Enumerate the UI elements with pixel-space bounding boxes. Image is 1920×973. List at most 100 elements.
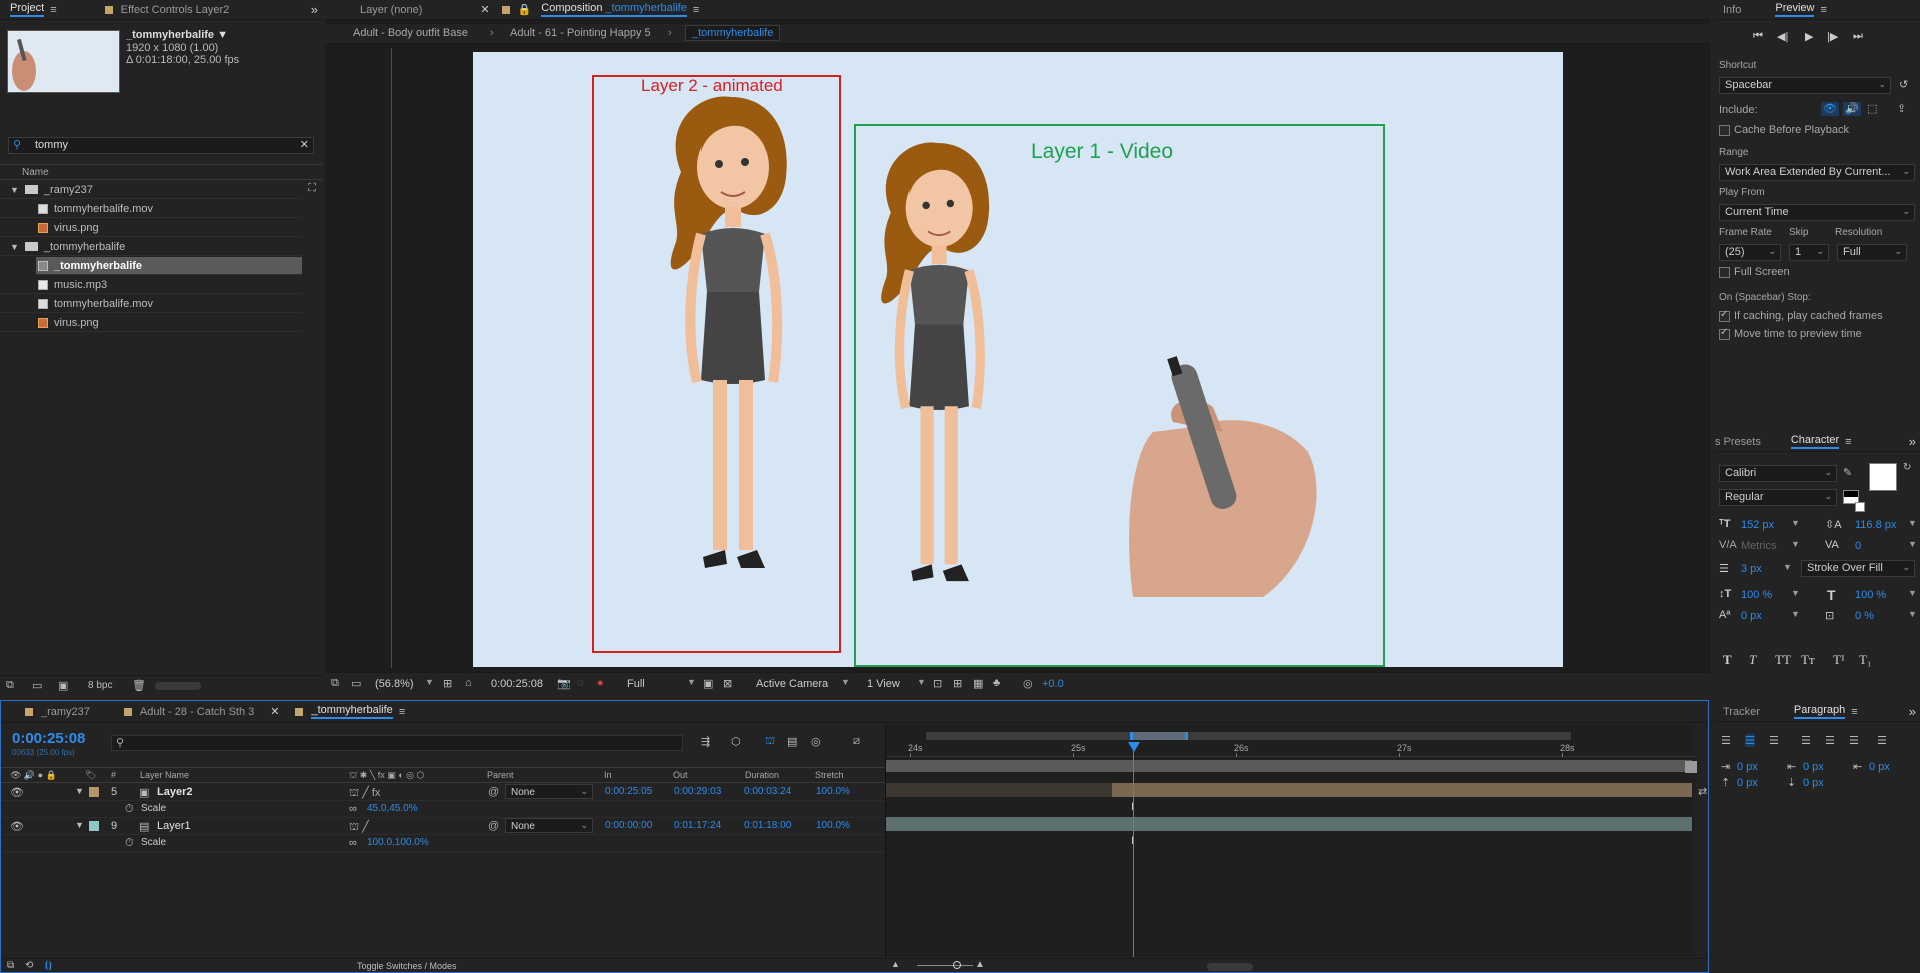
font-size-value[interactable]: 152 px: [1741, 519, 1774, 531]
visibility-eye-icon[interactable]: 👁: [10, 786, 24, 799]
layer-switches-toggle-icon[interactable]: ⧉: [7, 960, 14, 971]
checkbox[interactable]: [1719, 266, 1730, 278]
layer-row[interactable]: 👁 ▼ 5 ▣ Layer2 ⛫ ╱ fx @ None ⌄ 0:00:25:05…: [1, 784, 885, 801]
align-left-icon[interactable]: ☰: [1721, 734, 1731, 747]
swap-colors-icon[interactable]: ↻: [1903, 462, 1911, 473]
out-point[interactable]: 0:00:29:03: [674, 786, 721, 797]
toggle-pixel-aspect-icon[interactable]: ⊡: [933, 677, 942, 690]
tab-tommyherbalife[interactable]: _tommyherbalife ≡: [285, 702, 415, 722]
indent-left-value[interactable]: 0 px: [1737, 761, 1758, 773]
panel-menu-icon[interactable]: ≡: [1851, 706, 1857, 718]
chevron-down-icon[interactable]: ▼: [1908, 588, 1917, 598]
overflow-chevron-icon[interactable]: »: [311, 2, 318, 17]
close-tab-icon[interactable]: ✕: [270, 705, 279, 718]
property-row[interactable]: ⏱ Scale ∞ 45.0,45.0%: [1, 801, 885, 818]
monitor-icon[interactable]: ▭: [351, 677, 361, 690]
flowchart-icon[interactable]: ⛶: [308, 182, 316, 195]
tab-composition[interactable]: Composition _tommyherbalife ≡: [537, 0, 703, 20]
skip-dropdown[interactable]: 1 ⌄: [1789, 244, 1829, 261]
view-layout-dropdown[interactable]: 1 View: [867, 678, 900, 690]
tab-preview[interactable]: Preview ≡: [1765, 0, 1837, 20]
stretch[interactable]: 100.0%: [816, 786, 850, 797]
twirl-down-icon[interactable]: ▼: [75, 820, 84, 830]
breadcrumb-item[interactable]: Adult - 61 - Pointing Happy 5: [510, 27, 651, 39]
panel-menu-icon[interactable]: ≡: [1820, 4, 1826, 16]
parent-dropdown[interactable]: None ⌄: [505, 818, 593, 833]
snapshot-icon[interactable]: 📷: [557, 677, 571, 690]
project-search-field[interactable]: ⚲ tommy ✕: [8, 137, 314, 154]
reset-icon[interactable]: ↺: [1899, 78, 1908, 91]
align-center-icon[interactable]: ☰: [1745, 734, 1755, 747]
faux-italic-button[interactable]: T: [1749, 652, 1756, 668]
frame-blending-icon[interactable]: ▤: [787, 735, 797, 748]
duration[interactable]: 0:01:18:00: [744, 820, 791, 831]
pickwhip-icon[interactable]: @: [488, 786, 499, 798]
project-folder-item[interactable]: ▼ _ramy237: [0, 181, 302, 199]
duration[interactable]: 0:00:03:24: [744, 786, 791, 797]
clear-search-icon[interactable]: ✕: [300, 138, 309, 151]
tab-character[interactable]: Character ≡: [1781, 432, 1862, 452]
playhead-handle-icon[interactable]: [1128, 742, 1140, 752]
range-dropdown[interactable]: Work Area Extended By Current... ⌄: [1719, 164, 1915, 181]
justify-last-left-icon[interactable]: ☰: [1801, 734, 1811, 747]
property-row[interactable]: ⏱ Scale ∞ 100.0,100.0%: [1, 835, 885, 852]
tab-adult-28[interactable]: Adult - 28 - Catch Sth 3: [114, 702, 264, 722]
draft-3d-icon[interactable]: ⬡: [731, 735, 741, 748]
panel-menu-icon[interactable]: ≡: [1845, 436, 1851, 448]
in-point[interactable]: 0:00:25:05: [605, 786, 652, 797]
time-graph[interactable]: 24s25s26s27s28s I I ⇄: [885, 725, 1707, 957]
close-tab-icon[interactable]: ✕: [480, 3, 489, 16]
exposure-value[interactable]: +0.0: [1042, 678, 1064, 690]
export-icon[interactable]: ⇪: [1897, 102, 1906, 115]
vertical-scale-value[interactable]: 100 %: [1741, 589, 1772, 601]
leading-value[interactable]: 116.8 px: [1855, 519, 1896, 531]
full-screen-option[interactable]: Full Screen: [1719, 266, 1790, 278]
play-from-dropdown[interactable]: Current Time ⌄: [1719, 204, 1915, 221]
checkbox[interactable]: [1719, 124, 1730, 136]
always-preview-icon[interactable]: ⧉: [331, 677, 339, 690]
new-comp-icon[interactable]: ▣: [58, 679, 68, 692]
font-style-dropdown[interactable]: Regular ⌄: [1719, 489, 1837, 506]
resolution-dropdown[interactable]: Full ⌄: [1837, 244, 1907, 261]
stopwatch-icon[interactable]: ⏱: [125, 837, 134, 850]
move-time-option[interactable]: Move time to preview time: [1719, 327, 1862, 340]
panel-menu-icon[interactable]: ≡: [399, 706, 405, 718]
twirl-down-icon[interactable]: ▼: [10, 242, 19, 252]
grid-icon[interactable]: ⊞: [443, 677, 452, 690]
horizontal-scrollbar[interactable]: [1207, 963, 1253, 971]
indent-first-value[interactable]: 0 px: [1803, 761, 1824, 773]
project-list-header[interactable]: Name: [0, 164, 322, 180]
toggle-switches-modes[interactable]: Toggle Switches / Modes: [357, 961, 457, 971]
viewer-timecode[interactable]: 0:00:25:08: [491, 678, 543, 690]
twirl-down-icon[interactable]: ▼: [75, 786, 84, 796]
end-marker-icon[interactable]: [1685, 761, 1697, 773]
panel-menu-icon[interactable]: ≡: [50, 4, 56, 16]
work-area-highlight[interactable]: [1130, 732, 1188, 740]
include-overlays-icon[interactable]: ⬚: [1867, 102, 1877, 115]
timeline-current-time[interactable]: 0:00:25:08: [12, 730, 85, 747]
horizontal-scale-value[interactable]: 100 %: [1855, 589, 1886, 601]
camera-dropdown[interactable]: Active Camera: [756, 678, 828, 690]
include-video-icon[interactable]: 👁: [1821, 102, 1839, 116]
property-value[interactable]: 45.0,45.0%: [367, 803, 418, 814]
chevron-down-icon[interactable]: ▼: [1791, 539, 1800, 549]
project-item[interactable]: _tommyherbalife: [36, 257, 302, 275]
stroke-mode-dropdown[interactable]: Stroke Over Fill ⌄: [1801, 560, 1915, 577]
zoom-slider-handle[interactable]: [953, 961, 961, 969]
flowchart-icon[interactable]: ♣: [993, 677, 1000, 689]
zoom-in-icon[interactable]: ▲: [975, 959, 985, 970]
layer-switch-icons[interactable]: ⛫ ╱ fx: [349, 786, 380, 801]
overflow-chevron-icon[interactable]: »: [1909, 704, 1916, 719]
chevron-down-icon[interactable]: ▼: [1791, 609, 1800, 619]
project-item[interactable]: tommyherbalife.mov: [0, 295, 302, 313]
layer1-bounding-box[interactable]: [854, 124, 1385, 667]
timeline-search-field[interactable]: ⚲: [111, 735, 683, 751]
chevron-down-icon[interactable]: ▼: [425, 677, 434, 687]
current-time-indicator[interactable]: [1133, 742, 1134, 957]
in-out-toggle-icon[interactable]: ⦗⦘: [45, 960, 52, 971]
project-folder-item[interactable]: ▼ _tommyherbalife: [0, 238, 302, 256]
chevron-down-icon[interactable]: ▼: [1783, 562, 1792, 572]
space-before-value[interactable]: 0 px: [1737, 777, 1758, 789]
reset-exposure-icon[interactable]: ◎: [1023, 677, 1033, 690]
zoom-slider[interactable]: [917, 965, 973, 966]
